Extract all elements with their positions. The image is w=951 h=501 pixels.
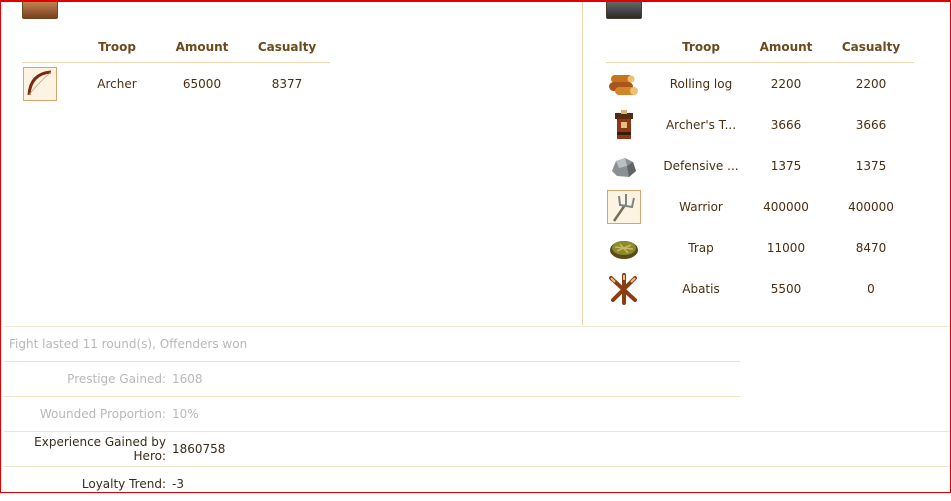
trap-icon [607,231,641,265]
wounded-label: Wounded Proportion: [39,407,166,421]
troop-casualty: 0 [867,281,875,296]
troop-amount: 11000 [766,240,806,255]
troop-casualty: 2200 [855,76,887,91]
troop-header: Troop [74,31,160,63]
wounded-row: Wounded Proportion: 10% [4,396,740,431]
table-row: Archer 65000 8377 [22,63,330,105]
casualty-header: Casualty [244,31,330,63]
loyalty-row: Loyalty Trend: -3 [4,466,949,501]
prestige-row: Prestige Gained: 1608 [4,361,740,396]
casualty-header: Casualty [828,31,914,63]
experience-row: Experience Gained by Hero: 1860758 [4,431,949,466]
table-row: Warrior 400000 400000 [606,186,914,227]
wounded-value: 10% [172,407,199,421]
experience-label: Experience Gained by Hero: [34,435,166,463]
troop-casualty: 8377 [271,76,303,91]
log-icon [607,67,641,101]
troop-casualty: 8470 [855,240,887,255]
table-row: Defensive ... 1375 1375 [606,145,914,186]
troop-amount: 1375 [770,158,802,173]
battle-result-row: Fight lasted 11 round(s), Offenders won [4,326,949,361]
amount-header: Amount [744,31,828,63]
troop-amount: 65000 [182,76,222,91]
amount-header: Amount [160,31,244,63]
abatis-icon [607,272,641,306]
troop-name: Warrior [679,199,723,214]
troop-name: Trap [688,240,714,255]
defender-troops-table: Troop Amount Casualty Rolling log 2200 2… [606,31,914,309]
troop-name: Archer's T... [665,117,737,132]
troop-casualty: 3666 [855,117,887,132]
troop-amount: 3666 [770,117,802,132]
troop-name: Archer [97,76,137,91]
attacker-troops-table: Troop Amount Casualty Archer 65000 8377 [22,31,330,104]
panel-divider [582,0,583,325]
bow-icon [23,66,57,101]
troop-casualty: 1375 [855,158,887,173]
prestige-value: 1608 [172,372,203,386]
troop-amount: 5500 [770,281,802,296]
table-row: Rolling log 2200 2200 [606,63,914,105]
experience-value: 1860758 [172,442,226,456]
attacker-hero-avatar [22,0,58,19]
table-row: Archer's T... 3666 3666 [606,104,914,145]
defender-hero-avatar [606,0,642,19]
troop-name: Defensive ... [663,158,739,173]
battle-result: Fight lasted 11 round(s), Offenders won [9,337,248,351]
battle-summary: Fight lasted 11 round(s), Offenders won … [4,326,949,501]
troop-header: Troop [658,31,744,63]
table-row: Trap 11000 8470 [606,227,914,268]
rock-icon [607,149,641,183]
table-row: Abatis 5500 0 [606,268,914,309]
troop-amount: 2200 [770,76,802,91]
troop-name: Abatis [682,281,720,296]
troop-casualty: 400000 [848,199,894,214]
troop-amount: 400000 [763,199,809,214]
troop-name: Rolling log [669,76,733,91]
prestige-label: Prestige Gained: [67,372,166,386]
loyalty-label: Loyalty Trend: [81,477,166,491]
tower-icon [607,108,641,142]
loyalty-value: -3 [172,477,184,491]
pitchfork-icon [607,189,641,224]
